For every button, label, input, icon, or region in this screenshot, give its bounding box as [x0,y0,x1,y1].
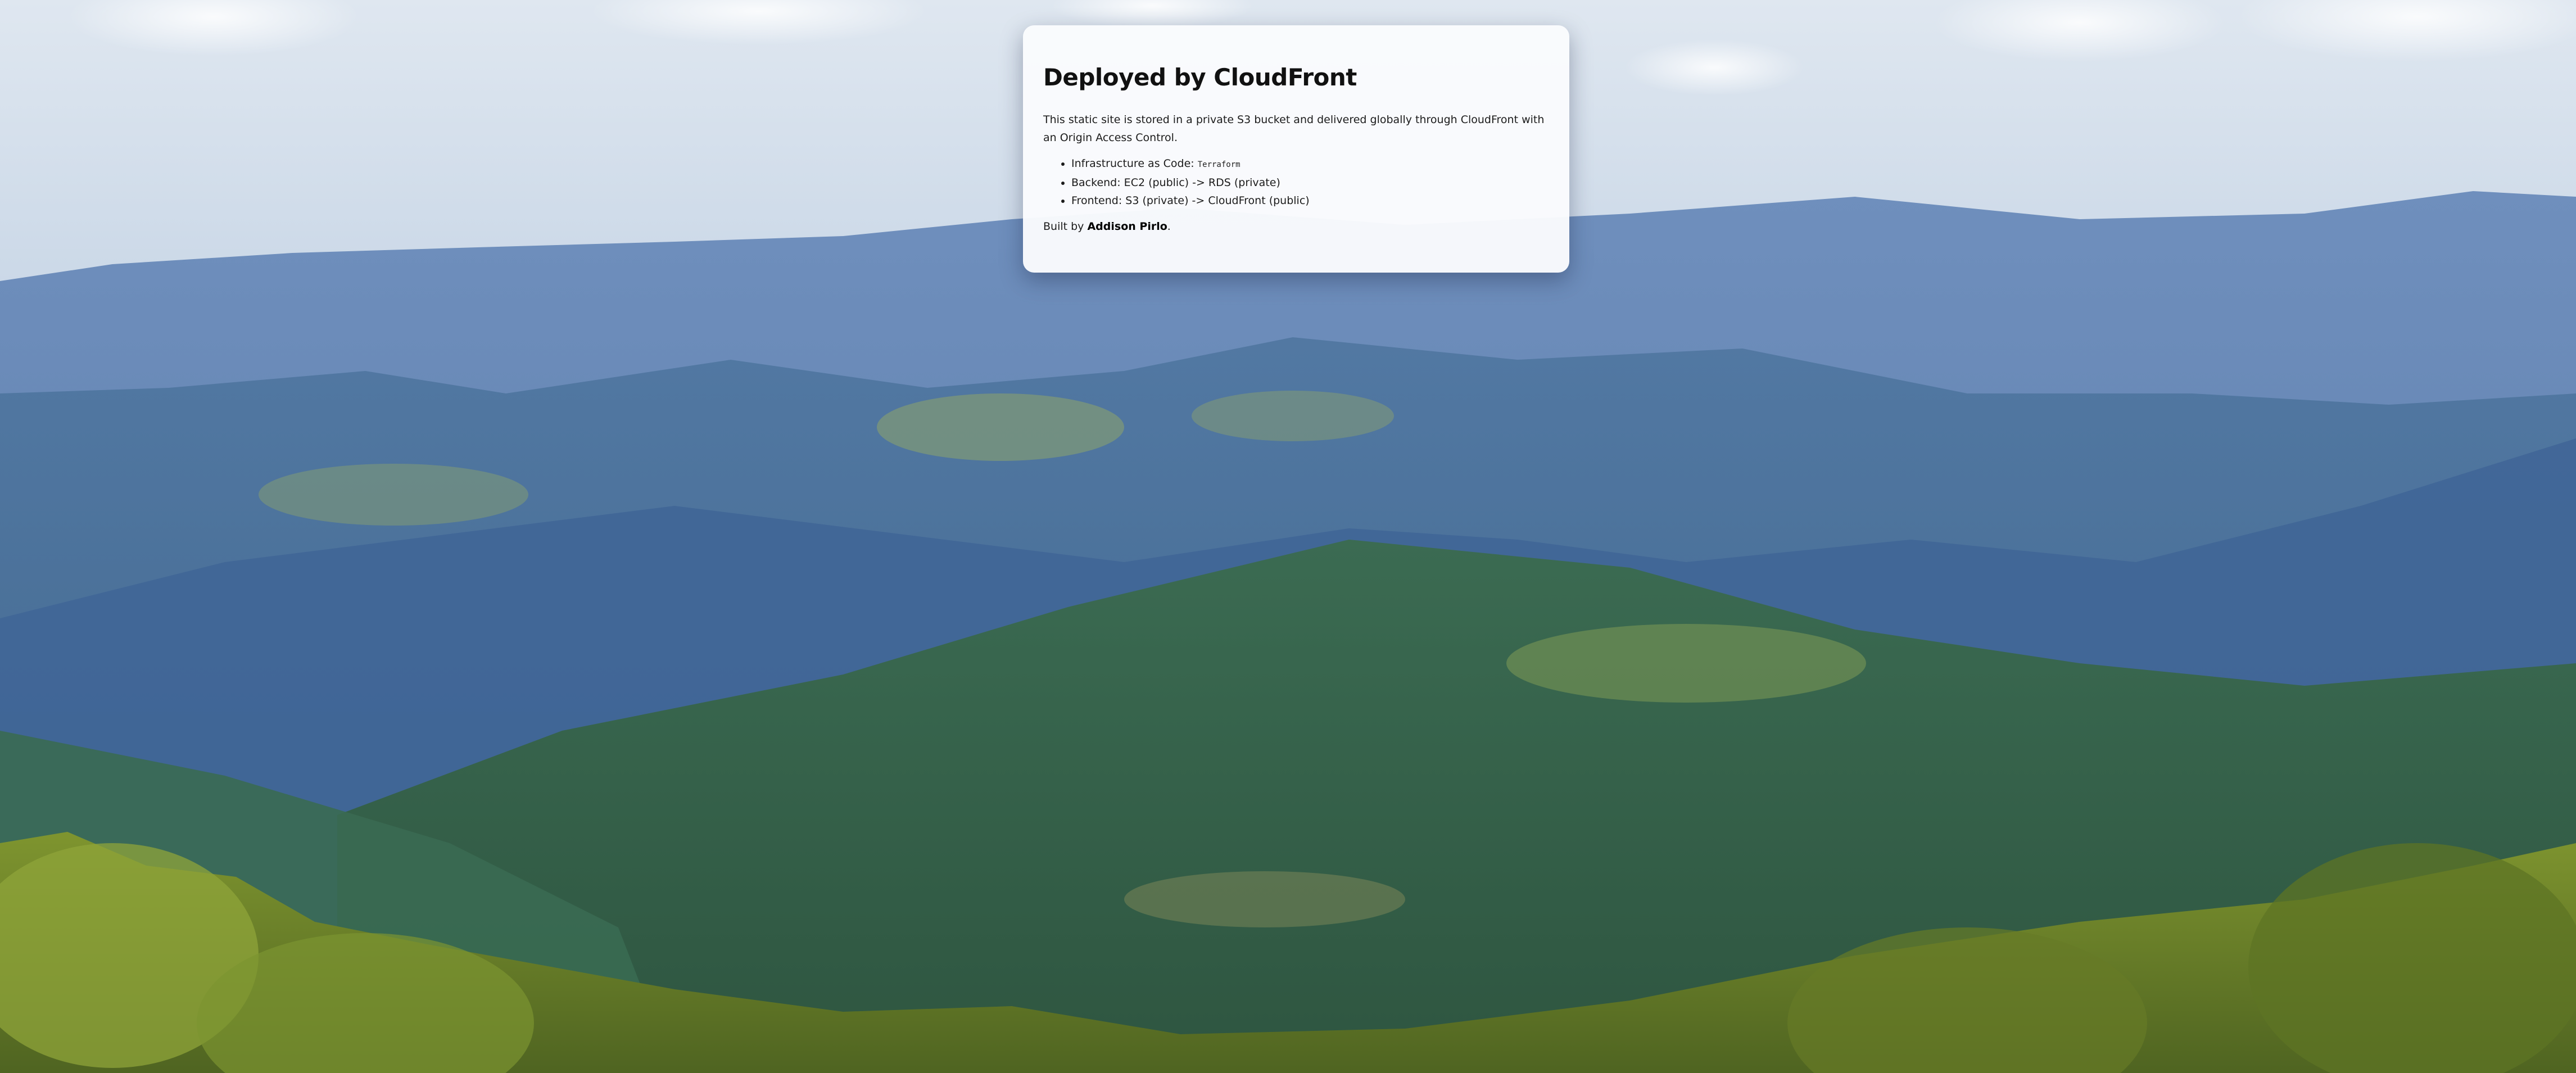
background-landscape: Deployed by CloudFront This static site … [0,0,2576,1073]
built-by-prefix: Built by [1043,220,1088,233]
intro-text: This static site is stored in a private … [1043,114,1545,144]
list-item-label: Infrastructure as Code: [1071,157,1198,170]
list-item-infrastructure: Infrastructure as Code: Terraform [1071,155,1549,174]
list-item-frontend: Frontend: S3 (private) -> CloudFront (pu… [1071,192,1549,210]
page-title: Deployed by CloudFront [1043,64,1357,91]
built-by-suffix: . [1167,220,1171,233]
feature-list: Infrastructure as Code: Terraform Backen… [1043,155,1549,210]
built-by-line: Built by Addison Pirlo. [1043,218,1549,236]
author-name: Addison Pirlo [1087,220,1167,233]
info-card: Deployed by CloudFront This static site … [1023,25,1569,273]
terraform-code: Terraform [1197,160,1241,170]
list-item-backend: Backend: EC2 (public) -> RDS (private) [1071,174,1549,192]
